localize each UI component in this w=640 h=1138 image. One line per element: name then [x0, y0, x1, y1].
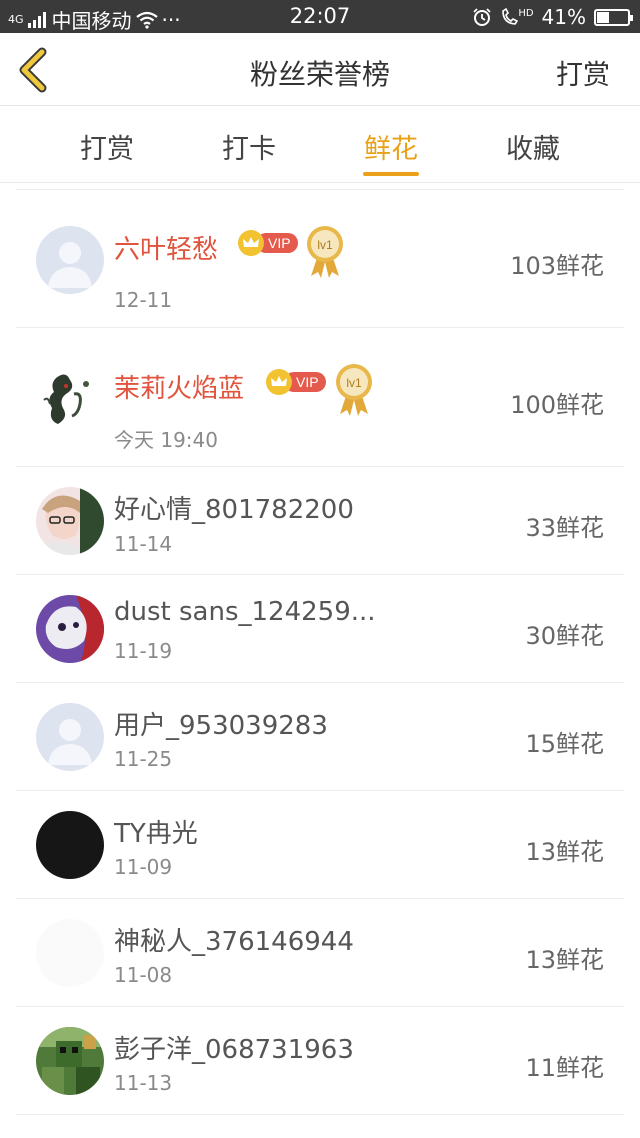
user-name: 茉莉火焰蓝: [114, 374, 245, 404]
list-item[interactable]: 六叶轻愁 VIP lv1 12-11 103鲜花: [0, 189, 640, 328]
hd-call-icon: HD: [500, 7, 534, 27]
reward-button[interactable]: 打赏: [556, 53, 610, 92]
flower-amount: 30鲜花: [525, 622, 604, 650]
avatar: [36, 226, 104, 294]
alarm-icon: [472, 7, 492, 27]
list-item[interactable]: TY冉光 11-09 13鲜花: [0, 791, 640, 899]
medal-icon: lv1: [334, 362, 374, 418]
status-right: HD 41%: [472, 5, 633, 29]
default-avatar-icon: [36, 226, 104, 294]
user-name: TY冉光: [114, 819, 198, 849]
tab-reward[interactable]: 打赏: [47, 127, 167, 166]
list-item[interactable]: 神秘人_376146944 11-08 13鲜花: [0, 899, 640, 1007]
date: 12-11: [114, 288, 173, 312]
battery-icon: [594, 8, 633, 26]
list-item[interactable]: dust sans_124259... 11-19 30鲜花: [0, 575, 640, 683]
user-name: 用户_953039283: [114, 711, 328, 741]
hd-label: HD: [518, 7, 534, 19]
date: 11-13: [114, 1071, 173, 1095]
row-divider: [16, 1114, 624, 1115]
avatar: [36, 811, 104, 879]
list-item[interactable]: 茉莉火焰蓝 VIP lv1 今天 19:40 100鲜花: [0, 328, 640, 467]
flower-amount: 13鲜花: [525, 838, 604, 866]
ink-painting-avatar-icon: [36, 364, 104, 432]
avatar: [36, 595, 104, 663]
flower-amount: 103鲜花: [510, 252, 604, 280]
page-title: 粉丝荣誉榜: [249, 58, 390, 91]
list-item[interactable]: 彭子洋_068731963 11-13 11鲜花: [0, 1007, 640, 1115]
default-avatar-icon: [36, 703, 104, 771]
list-item[interactable]: 好心情_801782200 11-14 33鲜花: [0, 467, 640, 575]
date: 11-19: [114, 639, 173, 663]
user-name: 六叶轻愁: [114, 235, 219, 265]
tab-flowers[interactable]: 鲜花: [331, 127, 451, 166]
avatar: [36, 703, 104, 771]
user-name: 好心情_801782200: [114, 495, 354, 525]
flower-amount: 100鲜花: [510, 391, 604, 419]
crown-icon: [266, 369, 292, 395]
date: 今天 19:40: [114, 428, 218, 452]
header: 粉丝荣誉榜 打赏: [0, 33, 640, 106]
cartoon-avatar-icon: [36, 595, 104, 663]
list-item[interactable]: 用户_953039283 11-25 15鲜花: [0, 683, 640, 791]
avatar: [36, 1027, 104, 1095]
medal-level: lv1: [346, 376, 362, 390]
active-tab-indicator: [363, 172, 419, 176]
status-bar: 4G 中国移动 ··· 22:07 HD 41%: [0, 0, 640, 33]
medal-icon: lv1: [305, 224, 345, 280]
flower-amount: 15鲜花: [525, 730, 604, 758]
user-name: 神秘人_376146944: [114, 927, 354, 957]
vip-badge: VIP: [238, 230, 298, 256]
avatar: [36, 364, 104, 432]
medal-level: lv1: [317, 238, 333, 252]
date: 11-25: [114, 747, 173, 771]
avatar: [36, 487, 104, 555]
tab-favorites[interactable]: 收藏: [473, 127, 593, 166]
flower-amount: 33鲜花: [525, 514, 604, 542]
flower-amount: 13鲜花: [525, 946, 604, 974]
user-name: dust sans_124259...: [114, 597, 376, 627]
date: 11-14: [114, 532, 173, 556]
date: 11-08: [114, 963, 173, 987]
tab-checkin[interactable]: 打卡: [189, 127, 309, 166]
game-avatar-icon: [36, 1027, 104, 1095]
user-name: 彭子洋_068731963: [114, 1035, 354, 1065]
photo-avatar-icon: [36, 487, 104, 555]
battery-percent: 41%: [541, 5, 586, 29]
tab-bar: 打赏 打卡 鲜花 收藏: [0, 107, 640, 183]
flower-amount: 11鲜花: [525, 1054, 604, 1082]
date: 11-09: [114, 855, 173, 879]
avatar: [36, 919, 104, 987]
crown-icon: [238, 230, 264, 256]
vip-badge: VIP: [266, 369, 326, 395]
